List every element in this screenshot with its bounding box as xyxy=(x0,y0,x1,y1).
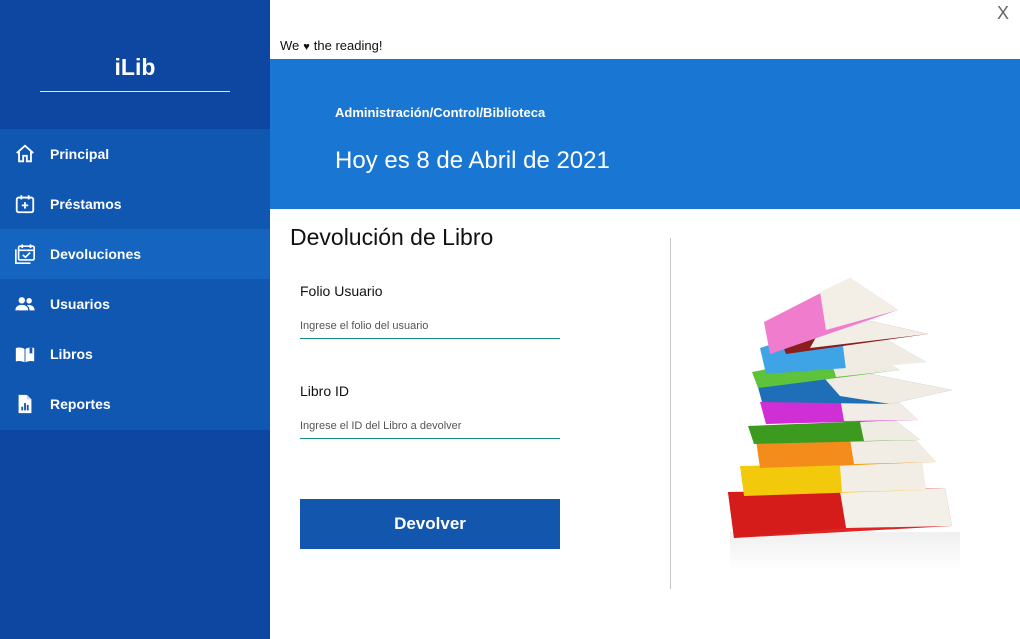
header-banner: Administración/Control/Biblioteca Hoy es… xyxy=(270,59,1020,209)
libro-label: Libro ID xyxy=(300,383,350,399)
libro-id-input[interactable] xyxy=(300,413,560,439)
folio-label: Folio Usuario xyxy=(300,283,383,299)
sidebar-item-principal[interactable]: Principal xyxy=(0,129,270,179)
tagline-prefix: We xyxy=(280,38,300,53)
tagline: We ♥ the reading! xyxy=(280,38,382,54)
book-open-icon xyxy=(13,342,37,366)
users-icon xyxy=(13,292,37,316)
breadcrumb: Administración/Control/Biblioteca xyxy=(335,105,546,120)
books-stack-image xyxy=(728,278,960,572)
sidebar-item-label: Principal xyxy=(50,146,110,162)
page-title: Devolución de Libro xyxy=(290,224,494,250)
calendar-add-icon xyxy=(13,192,37,216)
report-icon xyxy=(13,392,37,416)
heart-icon: ♥ xyxy=(303,41,310,53)
folio-input[interactable] xyxy=(300,313,560,339)
sidebar: iLib Principal Préstamos Devoluciones Us… xyxy=(0,0,270,639)
sidebar-item-label: Usuarios xyxy=(50,296,110,312)
close-button[interactable]: X xyxy=(994,2,1012,24)
devolver-button[interactable]: Devolver xyxy=(300,499,560,549)
current-date: Hoy es 8 de Abril de 2021 xyxy=(335,147,610,174)
home-icon xyxy=(13,142,37,166)
sidebar-item-label: Préstamos xyxy=(50,196,122,212)
sidebar-item-usuarios[interactable]: Usuarios xyxy=(0,279,270,329)
app-brand: iLib xyxy=(40,52,230,92)
calendar-check-icon xyxy=(13,242,37,266)
sidebar-menu: Principal Préstamos Devoluciones Usuario… xyxy=(0,129,270,430)
sidebar-item-reportes[interactable]: Reportes xyxy=(0,379,270,429)
vertical-divider xyxy=(670,238,671,589)
tagline-suffix: the reading! xyxy=(313,38,383,53)
sidebar-item-libros[interactable]: Libros xyxy=(0,329,270,379)
sidebar-item-label: Libros xyxy=(50,346,93,362)
sidebar-item-label: Reportes xyxy=(50,396,111,412)
sidebar-item-prestamos[interactable]: Préstamos xyxy=(0,179,270,229)
sidebar-item-devoluciones[interactable]: Devoluciones xyxy=(0,229,270,279)
sidebar-item-label: Devoluciones xyxy=(50,246,142,262)
